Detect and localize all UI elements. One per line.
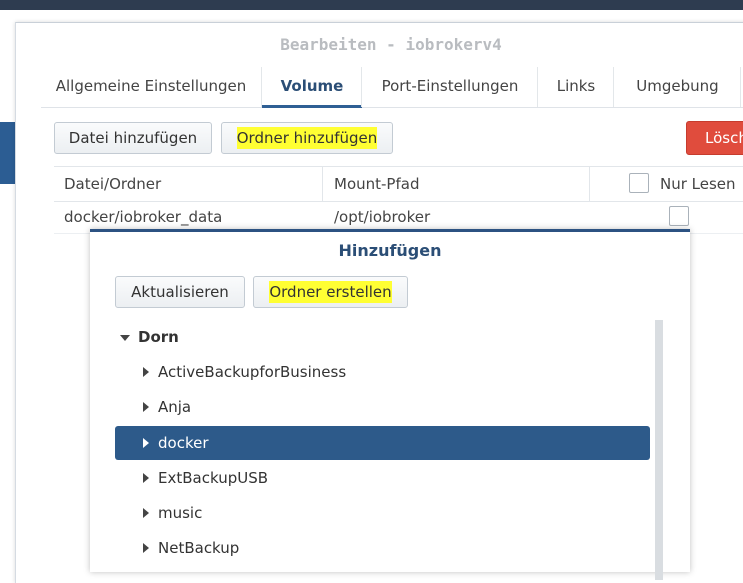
tree-item-selected[interactable]: docker bbox=[115, 426, 650, 460]
tree-item[interactable]: Anja bbox=[115, 390, 650, 424]
tree-item[interactable]: NetBackup bbox=[115, 531, 650, 565]
column-divider bbox=[322, 167, 323, 201]
create-folder-button[interactable]: Ordner erstellen bbox=[253, 276, 408, 308]
background-accent bbox=[0, 122, 15, 184]
add-folder-label: Ordner hinzufügen bbox=[236, 127, 378, 149]
column-header-folder[interactable]: Datei/Ordner bbox=[64, 167, 161, 201]
create-folder-label: Ordner erstellen bbox=[269, 281, 392, 303]
add-dialog: Hinzufügen Aktualisieren Ordner erstelle… bbox=[90, 229, 690, 580]
tree-item-label: NetBackup bbox=[158, 539, 240, 557]
add-file-button[interactable]: Datei hinzufügen bbox=[54, 122, 212, 154]
tree-item[interactable]: ExtBackupUSB bbox=[115, 461, 650, 495]
chevron-right-icon[interactable] bbox=[143, 508, 149, 518]
tree-root-label: Dorn bbox=[138, 328, 179, 346]
window-title: Bearbeiten - iobrokerv4 bbox=[280, 35, 502, 54]
refresh-button[interactable]: Aktualisieren bbox=[115, 276, 245, 308]
column-header-mount[interactable]: Mount-Pfad bbox=[334, 167, 419, 201]
tree-item-label: Anja bbox=[158, 398, 192, 416]
row-readonly-checkbox[interactable] bbox=[669, 206, 689, 226]
add-folder-button[interactable]: Ordner hinzufügen bbox=[221, 122, 393, 154]
chevron-right-icon[interactable] bbox=[143, 543, 149, 553]
tree-root-item[interactable]: Dorn bbox=[115, 320, 650, 354]
tab-port-settings[interactable]: Port-Einstellungen bbox=[361, 67, 538, 107]
tab-bar: Allgemeine Einstellungen Volume Port-Ein… bbox=[41, 67, 743, 108]
delete-label: Lösch bbox=[705, 129, 743, 147]
chevron-right-icon[interactable] bbox=[143, 402, 149, 412]
folder-tree: Dorn ActiveBackupforBusiness Anja docker… bbox=[115, 320, 665, 580]
tab-links[interactable]: Links bbox=[537, 67, 614, 107]
chevron-right-icon[interactable] bbox=[143, 367, 149, 377]
tree-item[interactable]: music bbox=[115, 496, 650, 530]
dialog-title: Hinzufügen bbox=[338, 241, 442, 260]
table-header: Datei/Ordner Mount-Pfad Nur Lesen bbox=[54, 166, 743, 202]
tree-item-label: docker bbox=[158, 434, 209, 452]
tab-general-settings[interactable]: Allgemeine Einstellungen bbox=[41, 67, 261, 107]
readonly-all-checkbox[interactable] bbox=[629, 173, 649, 193]
add-file-label: Datei hinzufügen bbox=[68, 129, 198, 147]
chevron-down-icon[interactable] bbox=[120, 335, 130, 341]
refresh-label: Aktualisieren bbox=[131, 283, 229, 301]
tab-environment[interactable]: Umgebung bbox=[613, 67, 741, 107]
tree-item-label: music bbox=[158, 504, 203, 522]
tab-volume[interactable]: Volume bbox=[261, 67, 362, 108]
chevron-right-icon[interactable] bbox=[143, 473, 149, 483]
top-bar bbox=[0, 0, 743, 10]
tree-item-label: ActiveBackupforBusiness bbox=[158, 363, 347, 381]
column-header-readonly[interactable]: Nur Lesen bbox=[660, 167, 736, 201]
delete-button[interactable]: Lösch bbox=[686, 121, 743, 155]
chevron-right-icon[interactable] bbox=[143, 438, 149, 448]
column-divider bbox=[589, 167, 590, 201]
tree-item[interactable]: ActiveBackupforBusiness bbox=[115, 355, 650, 389]
tree-item-label: ExtBackupUSB bbox=[158, 469, 269, 487]
